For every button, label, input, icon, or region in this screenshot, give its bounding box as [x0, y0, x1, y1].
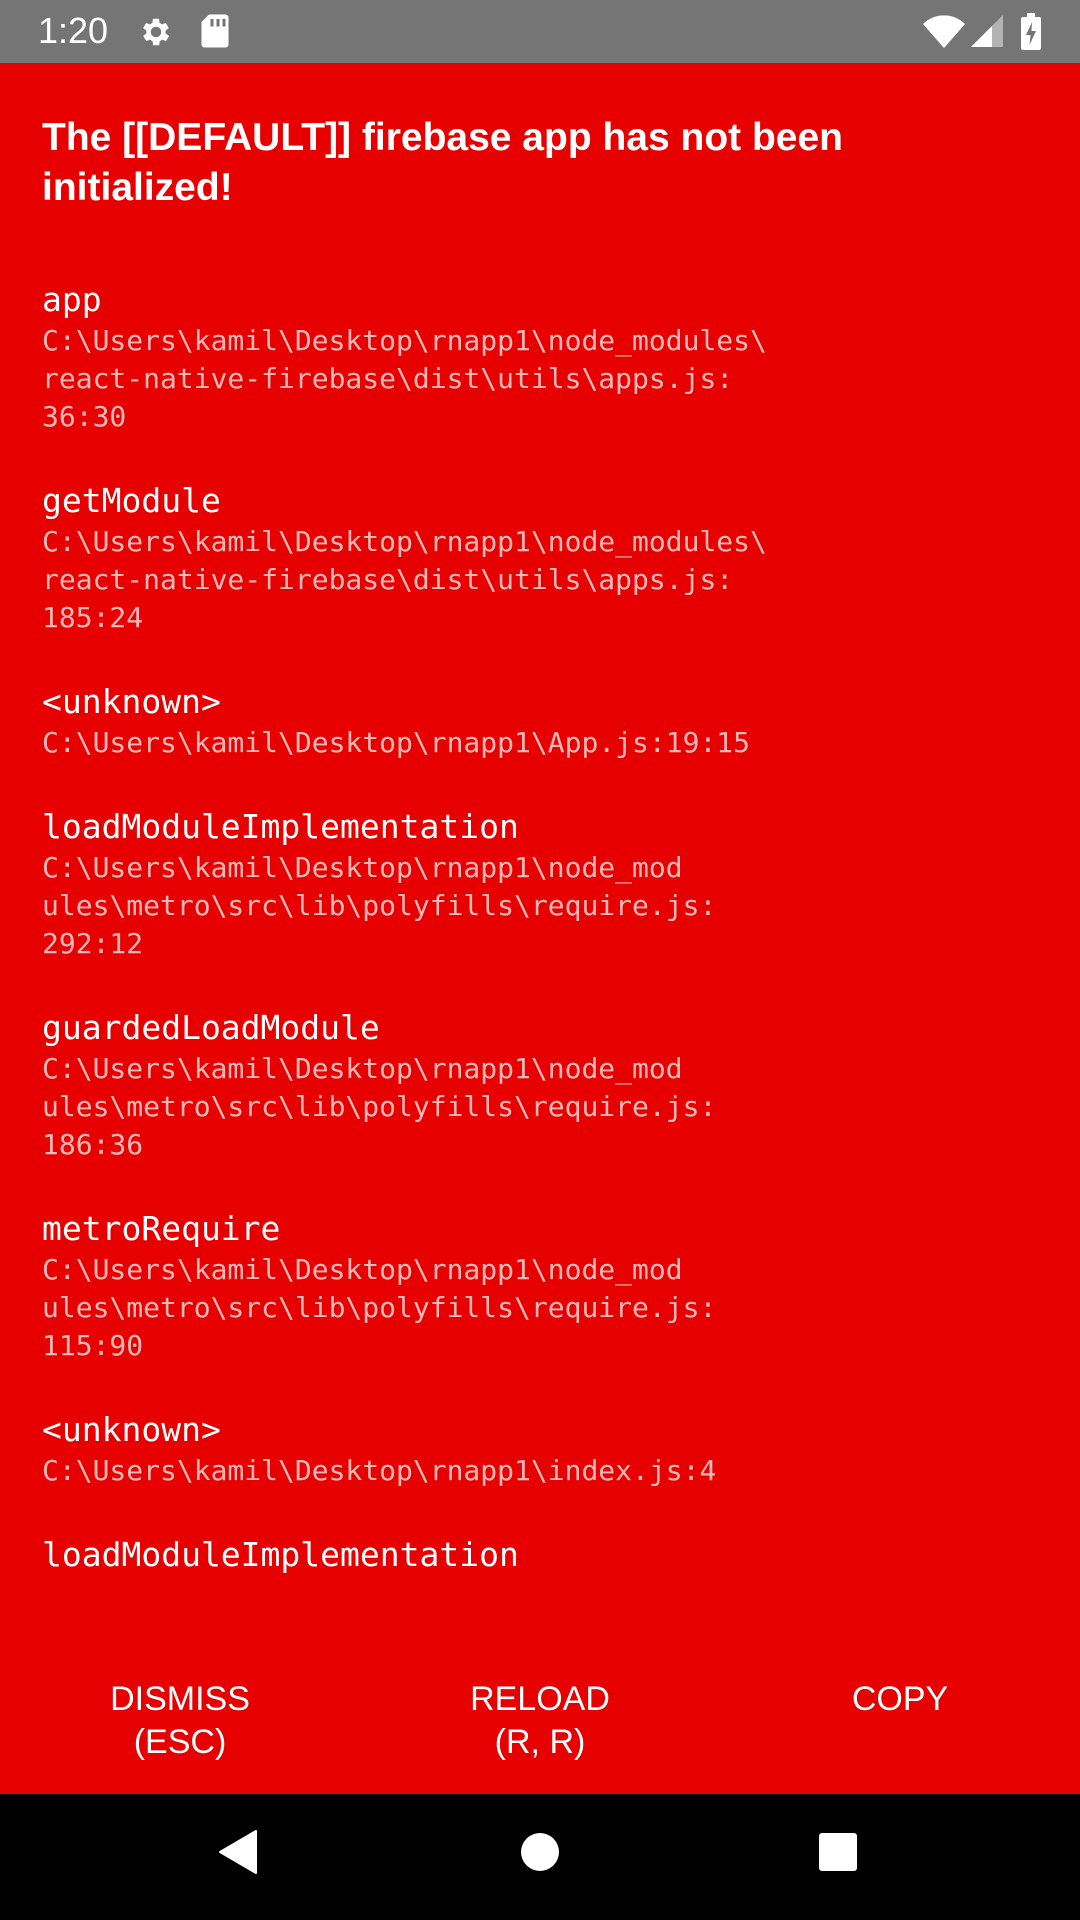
- frame-location: C:\Users\kamil\Desktop\rnapp1\node_mod u…: [42, 1052, 717, 1161]
- frame-method: getModule: [42, 481, 221, 520]
- copy-button-label: COPY: [851, 1680, 949, 1718]
- stack-frame[interactable]: app C:\Users\kamil\Desktop\rnapp1\node_m…: [42, 278, 1042, 436]
- frame-location: C:\Users\kamil\Desktop\rnapp1\index.js:4: [42, 1454, 717, 1487]
- reload-button[interactable]: RELOAD (R, R): [360, 1678, 720, 1794]
- stack-frame[interactable]: <unknown> C:\Users\kamil\Desktop\rnapp1\…: [42, 1408, 1042, 1490]
- wifi-icon: [923, 15, 965, 48]
- stack-frame[interactable]: <unknown> C:\Users\kamil\Desktop\rnapp1\…: [42, 680, 1042, 762]
- stack-trace-list: app C:\Users\kamil\Desktop\rnapp1\node_m…: [42, 278, 1042, 1620]
- signal-icon: [971, 15, 1003, 47]
- frame-location: C:\Users\kamil\Desktop\rnapp1\node_modul…: [42, 525, 767, 634]
- stack-frame[interactable]: metroRequire C:\Users\kamil\Desktop\rnap…: [42, 1207, 1042, 1365]
- reload-button-shortcut: (R, R): [494, 1723, 586, 1761]
- battery-charging-icon: [1021, 13, 1041, 50]
- status-time: 1:20: [38, 10, 109, 51]
- frame-method: loadModuleImplementation: [42, 807, 519, 846]
- frame-location: C:\Users\kamil\Desktop\rnapp1\App.js:19:…: [42, 726, 751, 759]
- home-icon[interactable]: [520, 1832, 560, 1872]
- gear-icon: [143, 18, 170, 46]
- sd-card-icon: [201, 14, 229, 48]
- dismiss-button-label: DISMISS: [110, 1680, 250, 1718]
- stack-frame[interactable]: getModule C:\Users\kamil\Desktop\rnapp1\…: [42, 479, 1042, 637]
- dismiss-button-shortcut: (ESC): [133, 1723, 227, 1761]
- redbox-error-screen: The [[DEFAULT]] firebase app has not bee…: [0, 63, 1080, 1794]
- frame-location: C:\Users\kamil\Desktop\rnapp1\node_mod u…: [42, 1253, 717, 1362]
- stack-frame[interactable]: guardedLoadModule C:\Users\kamil\Desktop…: [42, 1006, 1042, 1164]
- dismiss-button[interactable]: DISMISS (ESC): [0, 1678, 360, 1794]
- frame-method: guardedLoadModule: [42, 1008, 380, 1047]
- stack-frame[interactable]: loadModuleImplementation C:\Users\kamil\…: [42, 805, 1042, 963]
- frame-method: metroRequire: [42, 1209, 281, 1248]
- stack-frame[interactable]: loadModuleImplementation: [42, 1533, 1042, 1577]
- nav-bar: [0, 1794, 1080, 1920]
- frame-method: <unknown>: [42, 1410, 221, 1449]
- frame-location: C:\Users\kamil\Desktop\rnapp1\node_mod u…: [42, 851, 717, 960]
- frame-location: C:\Users\kamil\Desktop\rnapp1\node_modul…: [42, 324, 767, 433]
- frame-method: <unknown>: [42, 682, 221, 721]
- stack-scroll-area[interactable]: The [[DEFAULT]] firebase app has not bee…: [0, 63, 1080, 1648]
- redbox-button-bar: DISMISS (ESC) RELOAD (R, R) COPY: [0, 1678, 1080, 1794]
- error-title: The [[DEFAULT]] firebase app has not bee…: [42, 116, 844, 209]
- reload-button-label: RELOAD: [470, 1680, 610, 1718]
- copy-button[interactable]: COPY: [720, 1678, 1080, 1794]
- status-bar: 1:20: [0, 0, 1080, 63]
- back-icon[interactable]: [218, 1829, 258, 1875]
- frame-method: loadModuleImplementation: [42, 1535, 519, 1574]
- recents-icon[interactable]: [818, 1832, 858, 1872]
- frame-method: app: [42, 280, 102, 319]
